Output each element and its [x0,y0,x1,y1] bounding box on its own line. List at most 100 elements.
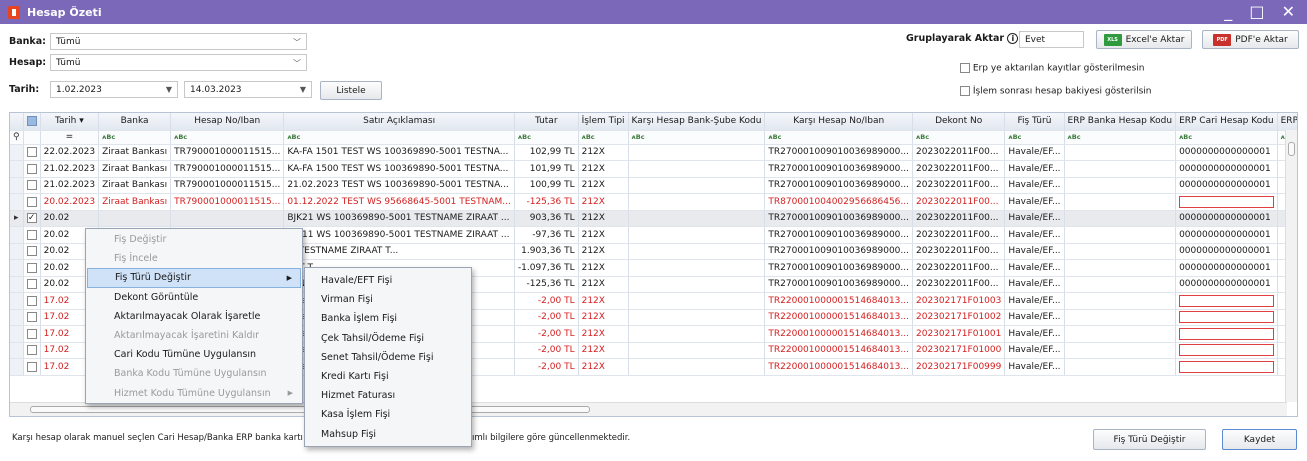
submenu-item[interactable]: Virman Fişi [305,290,471,309]
erp-cari-cell[interactable]: 0000000000000001 [1175,243,1278,260]
submenu-item[interactable]: Kasa İşlem Fişi [305,405,471,424]
column-header[interactable]: Karşı Hesap Bank-Şube Kodu [628,113,766,131]
filter-cell[interactable]: ᴀBc [912,130,1006,145]
fis-turu-degistir-button[interactable]: Fiş Türü Değiştir [1093,429,1206,450]
row-checkbox-cell[interactable] [23,358,41,376]
filter-cell[interactable]: ᴀBc [1004,130,1065,145]
row-checkbox[interactable] [26,180,37,190]
row-checkbox[interactable] [26,246,37,256]
erp-hidden-option[interactable]: Erp ye aktarılan kayıtlar gösterilmesin [960,63,1145,74]
column-header[interactable]: ERP [1277,113,1297,131]
erp-hidden-checkbox[interactable] [960,63,970,73]
row-checkbox[interactable] [26,295,37,306]
excel-export-button[interactable]: XLS Excel'e Aktar [1096,30,1192,49]
row-checkbox-cell[interactable] [23,292,41,310]
filter-cell[interactable] [23,130,41,145]
row-checkbox-cell[interactable] [23,226,41,244]
erp-cari-cell[interactable] [1175,193,1278,211]
submenu-item[interactable]: Havale/EFT Fişi [305,271,471,290]
table-row[interactable]: 20.02.2023 Ziraat Bankası TR79000100001151… [10,193,1297,211]
erp-cari-cell[interactable] [1175,325,1278,343]
row-checkbox[interactable] [26,196,37,207]
column-header[interactable]: Tutar [514,113,579,131]
column-header[interactable]: Banka [98,113,172,131]
row-checkbox[interactable] [26,229,37,240]
filter-cell[interactable]: ᴀBc [98,130,172,145]
row-checkbox[interactable] [26,361,37,372]
hesap-combo[interactable]: Tümü ﹀ [50,54,307,71]
row-checkbox-cell[interactable] [23,276,41,293]
context-menu-item[interactable]: Aktarılmayacak Olarak İşaretle [87,307,301,326]
submenu-item[interactable]: Hizmet Faturası [305,386,471,405]
banka-combo[interactable]: Tümü ﹀ [50,33,307,50]
select-all-header[interactable] [23,113,41,131]
erp-cari-required-field[interactable] [1179,344,1274,357]
table-row[interactable]: ▸ 20.02 BJK21 WS 100369890-5001 TESTNAME Z… [10,210,1297,227]
row-checkbox-cell[interactable] [23,177,41,194]
row-checkbox-cell[interactable] [23,193,41,211]
table-row[interactable]: 21.02.2023 Ziraat Bankası TR79000100001151… [10,177,1297,194]
vertical-scrollbar[interactable] [1285,130,1297,402]
erp-cari-required-field[interactable] [1179,294,1274,307]
table-row[interactable]: 22.02.2023 Ziraat Bankası TR79000100001151… [10,144,1297,161]
erp-cari-cell[interactable]: 0000000000000001 [1175,177,1278,194]
listele-button[interactable]: Listele [320,81,382,100]
filter-cell[interactable]: ᴀBc [283,130,515,145]
row-checkbox[interactable] [26,345,37,355]
erp-cari-cell[interactable]: 0000000000000001 [1175,226,1278,244]
context-menu-item[interactable]: Dekont Görüntüle [87,288,301,307]
tarih-from-picker[interactable]: 1.02.2023 ▼ [50,81,178,98]
row-checkbox[interactable] [26,279,37,289]
context-menu-item[interactable]: Cari Kodu Tümüne Uygulansın [87,345,301,364]
filter-cell[interactable]: ᴀBc [514,130,579,145]
erp-cari-required-field[interactable] [1179,311,1274,324]
row-checkbox[interactable] [26,163,37,174]
row-checkbox[interactable] [26,262,37,273]
erp-cari-required-field[interactable] [1179,360,1274,373]
group-export-value[interactable]: Evet [1019,31,1084,48]
erp-cari-cell[interactable]: 0000000000000001 [1175,210,1278,227]
row-checkbox-cell[interactable] [23,325,41,343]
filter-cell[interactable]: ᴀBc [1175,130,1278,145]
row-checkbox-cell[interactable] [23,259,41,277]
erp-cari-cell[interactable] [1175,342,1278,359]
pdf-export-button[interactable]: PDF PDF'e Aktar [1202,30,1299,49]
erp-cari-cell[interactable]: 0000000000000001 [1175,160,1278,178]
column-header[interactable]: Dekont No [912,113,1006,131]
balance-option[interactable]: İşlem sonrası hesap bakiyesi gösterilsin [960,86,1152,97]
erp-cari-required-field[interactable] [1179,195,1274,208]
submenu-item[interactable]: Senet Tahsil/Ödeme Fişi [305,348,471,367]
column-header[interactable]: ERP Banka Hesap Kodu [1064,113,1177,131]
column-header[interactable]: Hesap No/Iban [170,113,285,131]
column-header[interactable]: ERP Cari Hesap Kodu [1175,113,1278,131]
vscroll-thumb[interactable] [1288,142,1295,156]
erp-cari-cell[interactable] [1175,309,1278,326]
window-controls[interactable]: _ □ ✕ [1224,2,1301,21]
row-checkbox[interactable] [26,147,37,157]
info-icon[interactable]: i [1007,33,1019,44]
submenu-item[interactable]: Kredi Kartı Fişi [305,367,471,386]
kaydet-button[interactable]: Kaydet [1222,429,1297,450]
select-all-checkbox[interactable] [26,116,37,126]
erp-cari-cell[interactable] [1175,358,1278,376]
submenu-item[interactable]: Mahsup Fişi [305,425,471,444]
filter-cell[interactable]: ᴀBc [764,130,913,145]
row-checkbox-cell[interactable] [23,243,41,260]
row-checkbox-cell[interactable] [23,309,41,326]
filter-cell[interactable]: ᴀBc [170,130,285,145]
row-checkbox[interactable] [26,213,37,223]
row-checkbox-cell[interactable] [23,342,41,359]
erp-cari-cell[interactable] [1175,292,1278,310]
tarih-to-picker[interactable]: 14.03.2023 ▼ [184,81,312,98]
filter-cell[interactable]: ᴀBc [578,130,629,145]
filter-cell[interactable]: ᴀBc [628,130,766,145]
erp-cari-cell[interactable]: 0000000000000001 [1175,276,1278,293]
filter-cell[interactable]: = [40,130,100,145]
erp-cari-cell[interactable]: 0000000000000001 [1175,259,1278,277]
column-header[interactable]: Karşı Hesap No/Iban [764,113,913,131]
balance-checkbox[interactable] [960,86,970,96]
column-header[interactable]: Fiş Türü [1004,113,1065,131]
erp-cari-cell[interactable]: 0000000000000001 [1175,144,1278,161]
table-row[interactable]: 21.02.2023 Ziraat Bankası TR79000100001151… [10,160,1297,178]
erp-cari-required-field[interactable] [1179,327,1274,340]
